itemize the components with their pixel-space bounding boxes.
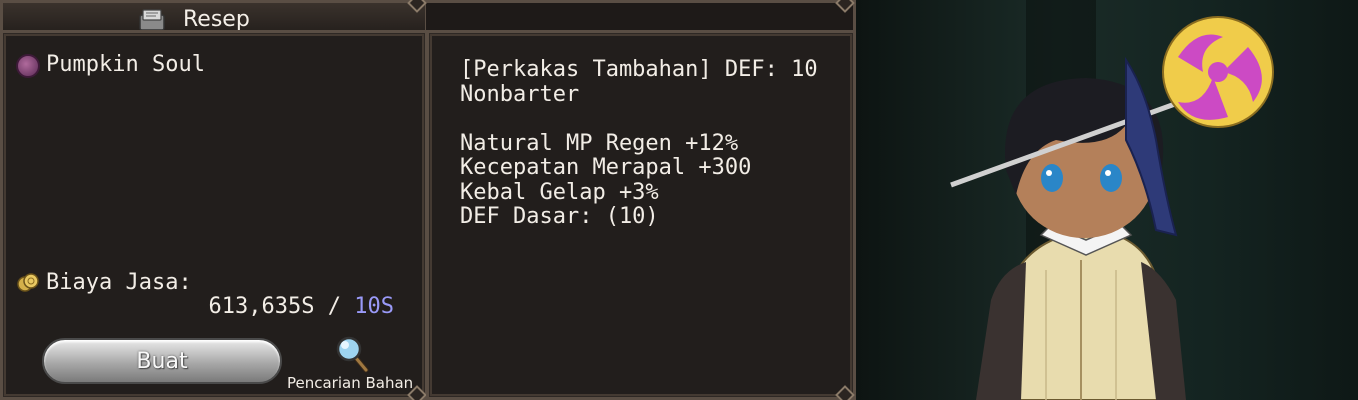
character-render [950, 0, 1274, 400]
cost-owned: 613,635S [208, 294, 315, 319]
window-title: Resep [183, 7, 250, 32]
cost-separator: / [327, 294, 341, 319]
coin-icon [17, 273, 39, 292]
description-line: DEF Dasar: (10) [460, 204, 659, 229]
description-line: Nonbarter [460, 81, 580, 107]
pumpkin-icon [16, 54, 40, 78]
description-line: Natural MP Regen +12% [460, 130, 739, 156]
description-header [426, 0, 856, 32]
description-line: [Perkakas Tambahan] DEF: 10 [460, 57, 818, 82]
magnifier-icon[interactable] [334, 334, 370, 374]
item-description: [Perkakas Tambahan] DEF: 10 Nonbarter Natu… [460, 57, 818, 230]
description-line: Kecepatan Merapal +300 [460, 155, 752, 180]
cost-required: 10S [354, 294, 394, 319]
material-search-label[interactable]: Pencarian Bahan [287, 374, 413, 392]
character-preview [856, 0, 1358, 400]
ingredient-name: Pumpkin Soul [46, 52, 205, 77]
description-line: Kebal Gelap +3% [460, 179, 659, 205]
cost-label: Biaya Jasa: [46, 270, 192, 295]
cost-value: 613,635S / 10S [209, 294, 394, 319]
make-button[interactable]: Buat [42, 338, 282, 384]
